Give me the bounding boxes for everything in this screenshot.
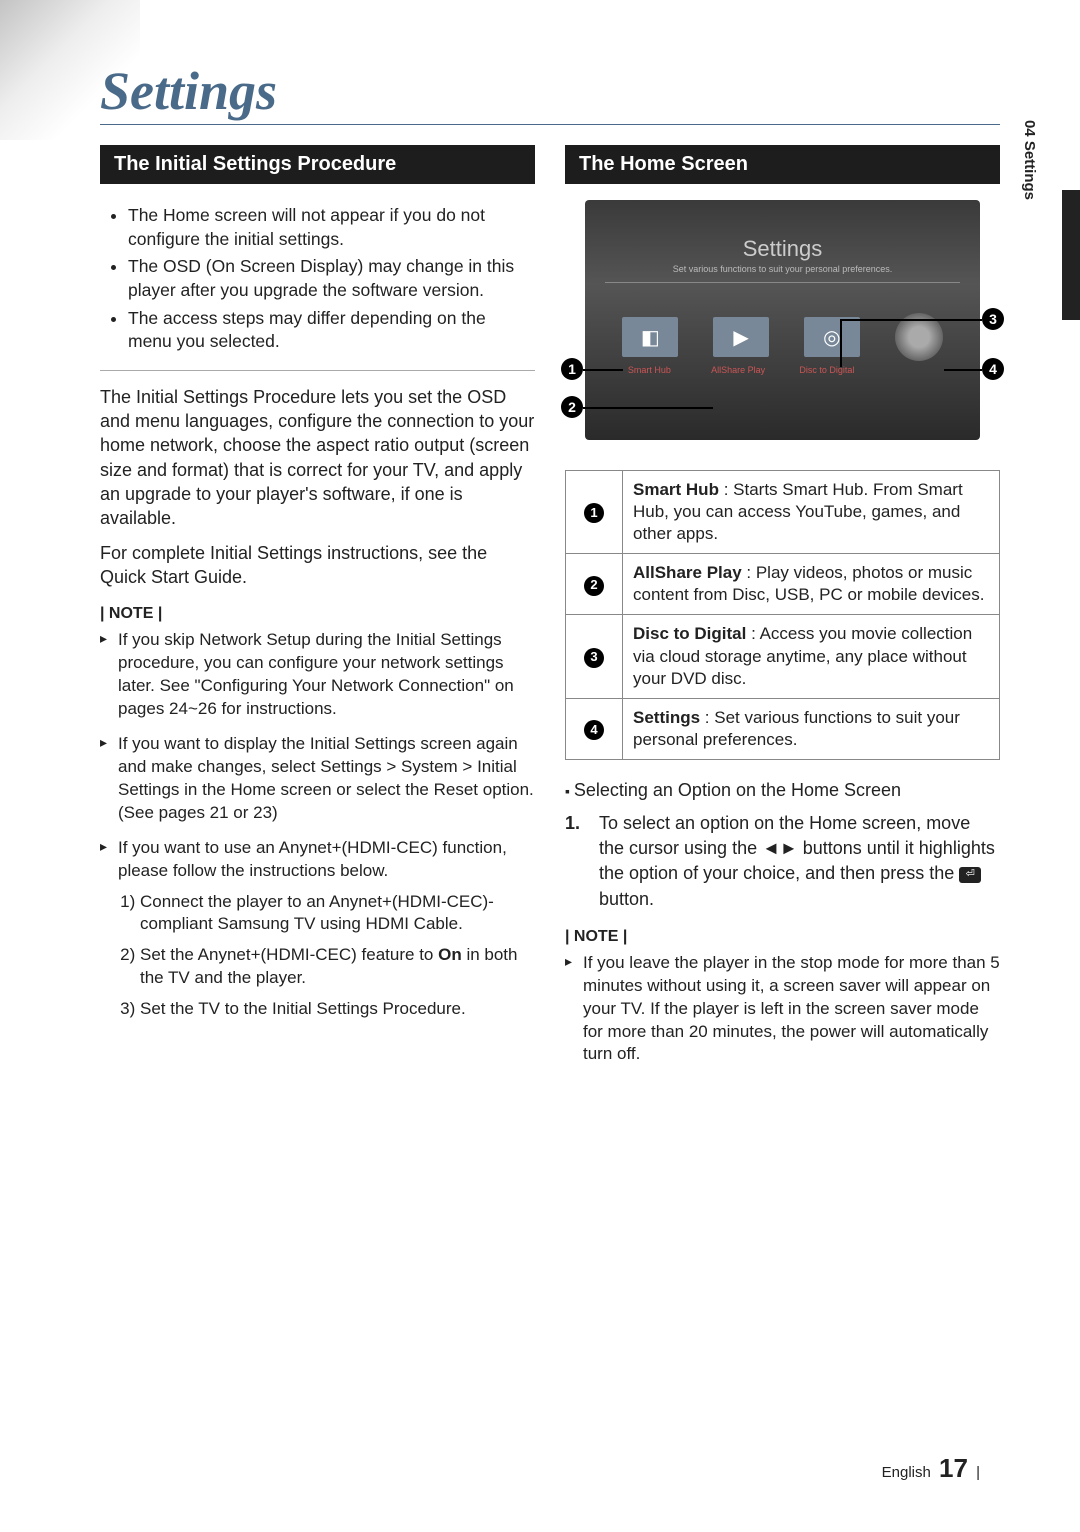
info-bullet: The OSD (On Screen Display) may change i… — [128, 255, 527, 302]
callout-4: 4 — [982, 358, 1004, 380]
left-column: The Initial Settings Procedure The Home … — [100, 145, 535, 1078]
table-row: 2 AllShare Play : Play videos, photos or… — [566, 554, 1000, 615]
side-edge-tab — [1062, 190, 1080, 320]
callout-1: 1 — [561, 358, 583, 380]
disc-to-digital-icon: ◎ — [804, 317, 860, 357]
legend-desc: Disc to Digital : Access you movie colle… — [623, 615, 1000, 698]
legend-num: 2 — [584, 576, 604, 596]
callout-line — [840, 319, 842, 367]
page-title: Settings — [100, 60, 1000, 125]
icon-label: Smart Hub — [621, 365, 677, 375]
table-row: 4 Settings : Set various functions to su… — [566, 698, 1000, 759]
anynet-step: Set the TV to the Initial Settings Proce… — [140, 998, 535, 1021]
note-item: If you want to use an Anynet+(HDMI-CEC) … — [100, 837, 535, 1022]
section-tab-label: 04 Settings — [1021, 120, 1038, 200]
footer-lang: English — [882, 1464, 931, 1481]
legend-desc: Smart Hub : Starts Smart Hub. From Smart… — [623, 471, 1000, 554]
anynet-step: Connect the player to an Anynet+(HDMI-CE… — [140, 891, 535, 937]
anynet-step: Set the Anynet+(HDMI-CEC) feature to On … — [140, 944, 535, 990]
callout-line — [583, 407, 713, 409]
callout-line — [944, 369, 982, 371]
icon-label: AllShare Play — [710, 365, 766, 375]
right-column: The Home Screen Settings Set various fun… — [565, 145, 1000, 1078]
icon-label: Disc to Digital — [799, 365, 855, 375]
note-item-text: If you want to use an Anynet+(HDMI-CEC) … — [118, 838, 507, 880]
body-paragraph: For complete Initial Settings instructio… — [100, 541, 535, 590]
info-box: The Home screen will not appear if you d… — [100, 200, 535, 371]
table-row: 3 Disc to Digital : Access you movie col… — [566, 615, 1000, 698]
legend-num: 1 — [584, 503, 604, 523]
legend-desc: AllShare Play : Play videos, photos or m… — [623, 554, 1000, 615]
callout-line — [842, 319, 982, 321]
footer-bar: | — [976, 1464, 980, 1481]
callout-3: 3 — [982, 308, 1004, 330]
body-paragraph: The Initial Settings Procedure lets you … — [100, 385, 535, 531]
screen-subtitle: Set various functions to suit your perso… — [585, 264, 980, 274]
info-bullet: The access steps may differ depending on… — [128, 307, 527, 354]
note-item: If you leave the player in the stop mode… — [565, 952, 1000, 1067]
info-bullet: The Home screen will not appear if you d… — [128, 204, 527, 251]
callout-line — [583, 369, 623, 371]
sub-heading: Selecting an Option on the Home Screen — [565, 780, 1000, 801]
smart-hub-icon: ◧ — [622, 317, 678, 357]
legend-num: 3 — [584, 648, 604, 668]
icon-label — [888, 365, 944, 375]
legend-table: 1 Smart Hub : Starts Smart Hub. From Sma… — [565, 470, 1000, 760]
heading-initial-settings: The Initial Settings Procedure — [100, 145, 535, 184]
heading-home-screen: The Home Screen — [565, 145, 1000, 184]
step-text: To select an option on the Home screen, … — [599, 811, 1000, 912]
screen-title: Settings — [585, 236, 980, 262]
footer-page-number: 17 — [939, 1453, 968, 1483]
table-row: 1 Smart Hub : Starts Smart Hub. From Sma… — [566, 471, 1000, 554]
allshare-play-icon: ▶ — [713, 317, 769, 357]
page-footer: English 17 | — [882, 1453, 980, 1484]
home-screen-preview-wrap: Settings Set various functions to suit y… — [565, 200, 1000, 440]
enter-button-icon: ⏎ — [959, 867, 981, 883]
legend-num: 4 — [584, 720, 604, 740]
screen-divider — [605, 282, 960, 283]
step-item: 1. To select an option on the Home scree… — [565, 811, 1000, 912]
note-label: | NOTE | — [565, 928, 1000, 946]
step-number: 1. — [565, 811, 585, 912]
note-item: If you want to display the Initial Setti… — [100, 733, 535, 825]
note-item: If you skip Network Setup during the Ini… — [100, 629, 535, 721]
legend-desc: Settings : Set various functions to suit… — [623, 698, 1000, 759]
note-label: | NOTE | — [100, 605, 535, 623]
callout-2: 2 — [561, 396, 583, 418]
